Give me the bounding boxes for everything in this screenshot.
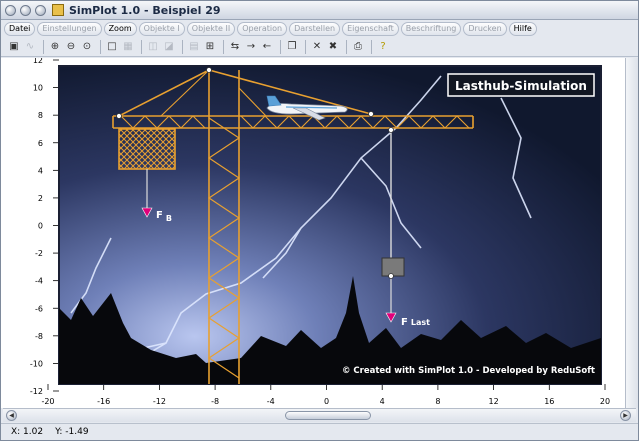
x-tick-label: 8	[435, 397, 440, 406]
status-x-coordinate: X: 1.02	[11, 427, 44, 437]
menu-item-zoom[interactable]: Zoom	[103, 21, 137, 36]
y-tick-label: -10	[30, 359, 43, 368]
curve-icon[interactable]: ∿	[23, 40, 37, 54]
title-box: Lasthub-Simulation	[447, 73, 595, 97]
layer-icon[interactable]: ◫	[146, 40, 160, 54]
arrow-right-icon[interactable]: →	[244, 40, 258, 54]
menu-item-operation[interactable]: Operation	[237, 21, 288, 36]
grid-icon[interactable]: ▦	[121, 40, 135, 54]
menu-item-hilfe[interactable]: Hilfe	[508, 21, 537, 36]
y-tick-label: -6	[35, 304, 43, 313]
x-tick-label: -8	[211, 397, 219, 406]
y-tick-label: 10	[33, 84, 43, 93]
label-fb-sub: B	[166, 214, 172, 223]
label-flast-sub: Last	[411, 318, 430, 327]
x-tick-label: 20	[600, 397, 610, 406]
calculator-icon[interactable]: ▣	[7, 40, 21, 54]
toolbar-separator	[141, 39, 142, 54]
toolbar-separator	[43, 39, 44, 54]
layers-icon[interactable]: ◪	[162, 40, 176, 54]
credit-text: © Created with SimPlot 1.0 - Developed b…	[342, 366, 595, 376]
toolbar-separator	[371, 39, 372, 54]
horizontal-scrollbar[interactable]: ◀ ▶	[3, 408, 636, 422]
app-window: SimPlot 1.0 - Beispiel 29 Datei Einstellu…	[0, 0, 639, 441]
background-photo	[58, 65, 602, 385]
menu-item-beschriftung[interactable]: Beschriftung	[400, 21, 462, 36]
toolbar-separator	[223, 39, 224, 54]
x-tick-label: 12	[489, 397, 499, 406]
arrow-left-icon[interactable]: ←	[260, 40, 274, 54]
label-fb-main: F	[156, 210, 163, 221]
label-flast: F Last	[401, 317, 430, 328]
joint-top	[206, 67, 212, 73]
x-tick-label: 4	[380, 397, 385, 406]
title-bar: SimPlot 1.0 - Beispiel 29	[1, 1, 638, 20]
x-tick-label: -4	[267, 397, 275, 406]
cut-icon[interactable]: ✕	[310, 40, 324, 54]
menu-item-objekte-ii[interactable]: Objekte II	[186, 21, 236, 36]
label-flast-main: F	[401, 317, 408, 328]
menu-item-eigenschaft[interactable]: Eigenschaft	[342, 21, 399, 36]
joint-load	[388, 273, 394, 279]
delete-icon[interactable]: ✖	[326, 40, 340, 54]
scroll-right-button[interactable]: ▶	[620, 410, 631, 421]
status-bar: X: 1.02 Y: -1.49	[1, 423, 638, 440]
plot-area[interactable]: -20 -16 -12 -8 -4 0 4 8 12 16 20 12 10 8 6 4 2 0 -2 -4 -6 -8-…	[1, 58, 638, 408]
print-icon[interactable]: ⎙	[351, 40, 365, 54]
y-tick-label: 6	[38, 139, 43, 148]
x-tick-label: -16	[97, 397, 110, 406]
window-title: SimPlot 1.0 - Beispiel 29	[69, 3, 221, 17]
y-tick-label: 8	[38, 111, 43, 120]
menu-item-einstellungen[interactable]: Einstellungen	[37, 21, 102, 36]
menu-item-objekte-i[interactable]: Objekte I	[138, 21, 185, 36]
joint-left	[116, 113, 122, 119]
app-icon	[52, 4, 64, 16]
x-tick-label: -20	[41, 397, 54, 406]
status-y-coordinate: Y: -1.49	[55, 427, 89, 437]
zoom-fit-icon[interactable]: ⊙	[80, 40, 94, 54]
y-tick-label: 0	[38, 222, 43, 231]
menu-item-datei[interactable]: Datei	[4, 21, 36, 36]
y-tick-label: -12	[30, 387, 43, 396]
joint-right	[368, 111, 374, 117]
y-tick-label: -4	[35, 277, 43, 286]
select-icon[interactable]: □	[105, 40, 119, 54]
toolbar-separator	[100, 39, 101, 54]
plot-canvas[interactable]: -20 -16 -12 -8 -4 0 4 8 12 16 20121086420-2-4-6-8-…	[1, 58, 625, 408]
help-icon[interactable]: ?	[376, 40, 390, 54]
menu-item-darstellen[interactable]: Darstellen	[289, 21, 341, 36]
y-tick-label: 4	[38, 166, 43, 175]
toolbar-separator	[182, 39, 183, 54]
load-block	[381, 257, 405, 277]
scroll-left-button[interactable]: ◀	[6, 410, 17, 421]
toolbar-separator	[346, 39, 347, 54]
x-tick-label: 16	[544, 397, 554, 406]
close-window-button[interactable]	[5, 4, 16, 16]
counterweight	[118, 128, 176, 170]
maximize-window-button[interactable]	[35, 4, 46, 16]
zoom-in-icon[interactable]: ⊕	[48, 40, 62, 54]
zoom-out-icon[interactable]: ⊖	[64, 40, 78, 54]
joint-trolley	[388, 127, 394, 133]
menu-bar: Datei Einstellungen Zoom Objekte I Objekte I…	[1, 20, 638, 37]
toolbar-separator	[305, 39, 306, 54]
horizontal-scroll-thumb[interactable]	[285, 411, 371, 420]
vertical-scrollbar[interactable]	[625, 58, 638, 408]
x-tick-label: 0	[324, 397, 329, 406]
minimize-window-button[interactable]	[20, 4, 31, 16]
toolbar-separator	[280, 39, 281, 54]
copy-icon[interactable]: ❐	[285, 40, 299, 54]
y-tick-label: 12	[33, 58, 43, 65]
export-icon[interactable]: ⊞	[203, 40, 217, 54]
x-tick-label: -12	[153, 397, 166, 406]
y-tick-label: -8	[35, 332, 43, 341]
move-icon[interactable]: ⇆	[228, 40, 242, 54]
title-box-text: Lasthub-Simulation	[455, 79, 587, 93]
toolbar: ▣ ∿ ⊕ ⊖ ⊙ □ ▦ ◫ ◪ ▤ ⊞ ⇆ → ← ❐ ✕ ✖ ⎙ ?	[1, 37, 638, 57]
menu-item-drucken[interactable]: Drucken	[463, 21, 507, 36]
y-tick-label: -2	[35, 249, 43, 258]
y-tick-label: 2	[38, 194, 43, 203]
image-icon[interactable]: ▤	[187, 40, 201, 54]
